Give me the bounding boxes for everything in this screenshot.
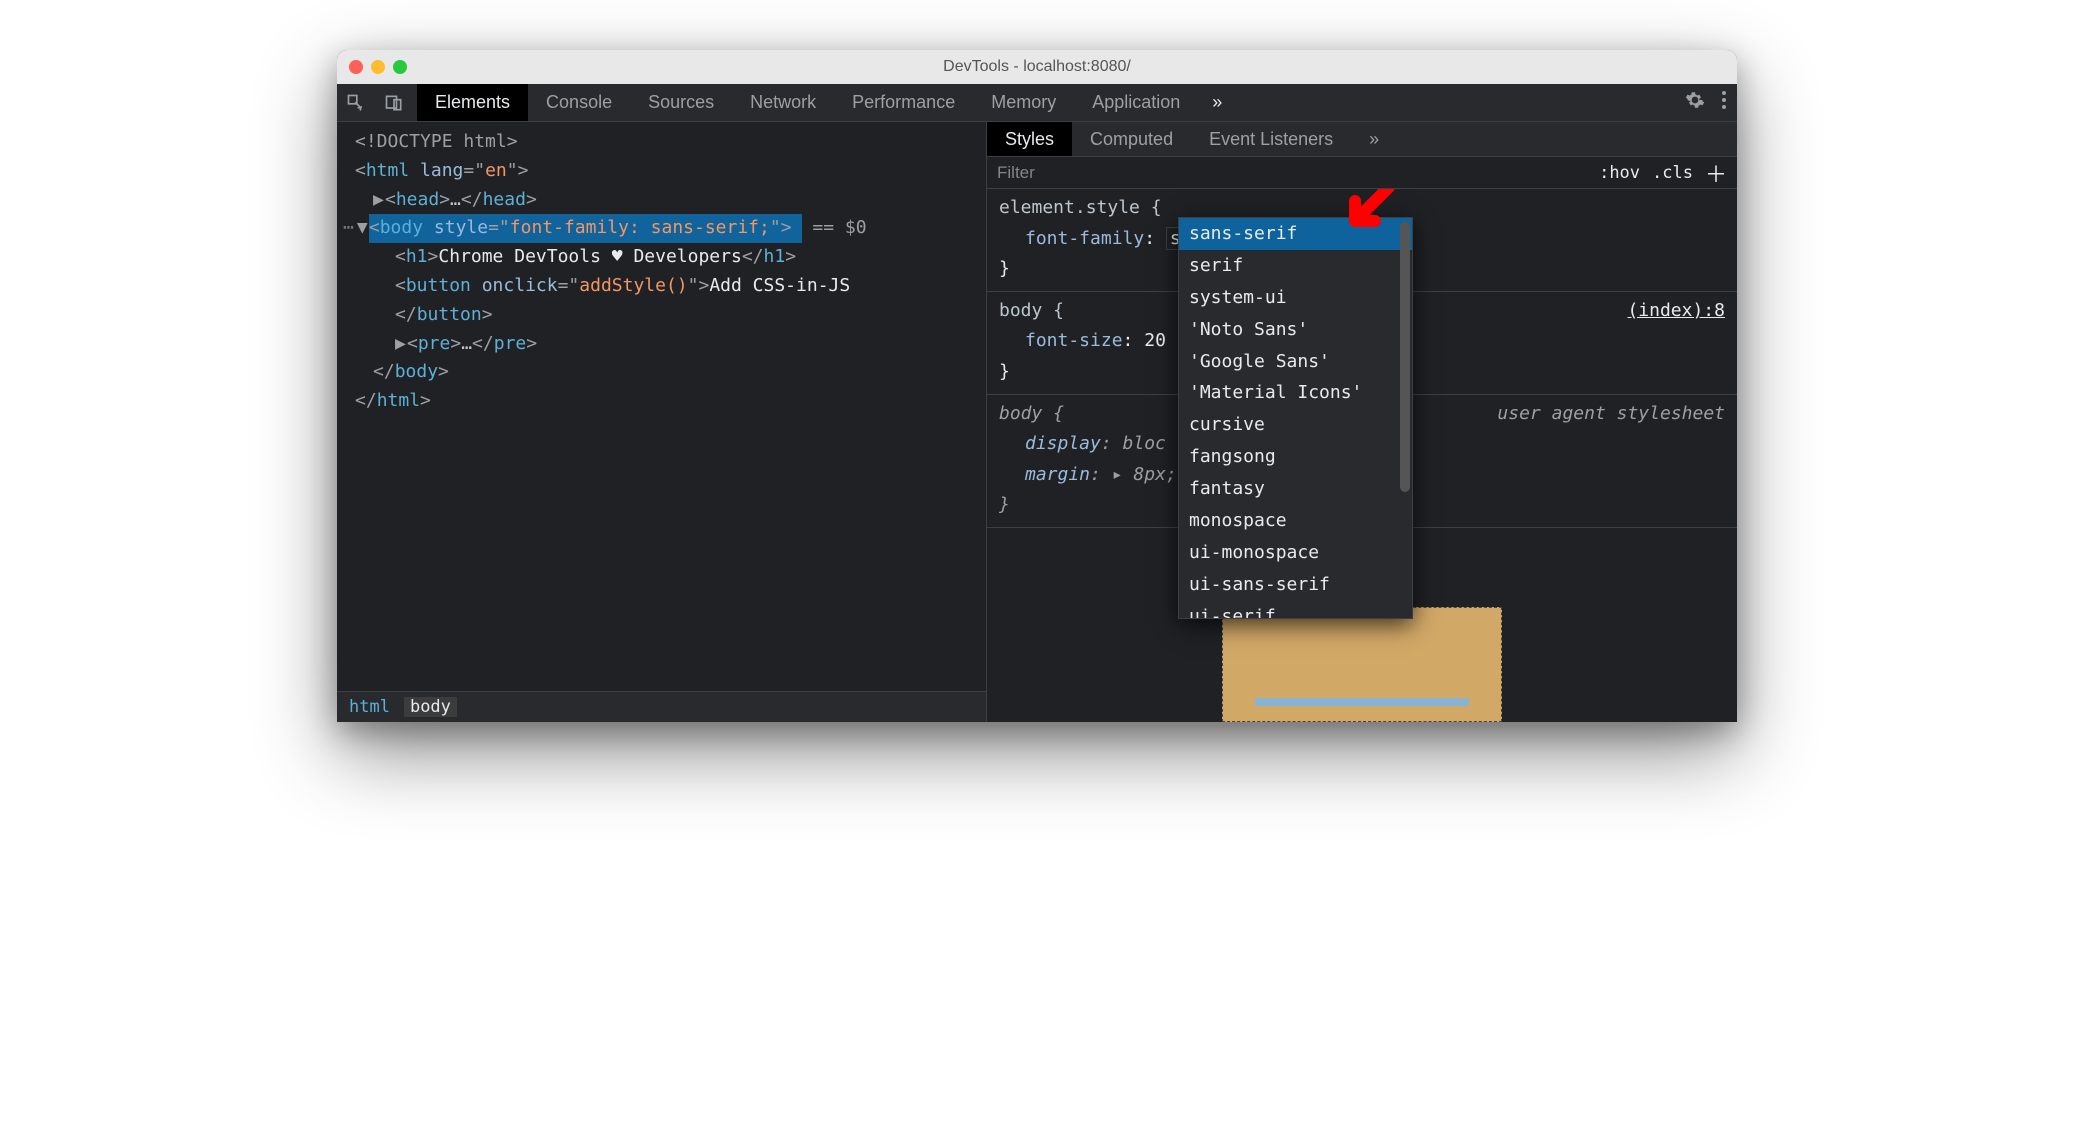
device-toggle-icon[interactable]: [375, 88, 413, 118]
window-title: DevTools - localhost:8080/: [337, 58, 1737, 76]
dom-button[interactable]: <button onclick="addStyle()">Add CSS-in-…: [355, 272, 976, 301]
tabs-overflow[interactable]: »: [1198, 92, 1236, 113]
tab-application[interactable]: Application: [1074, 84, 1198, 121]
cls-toggle[interactable]: .cls: [1652, 163, 1693, 183]
autocomplete-dropdown[interactable]: sans-serifserifsystem-ui'Noto Sans''Goog…: [1178, 217, 1413, 619]
breadcrumb-html[interactable]: html: [349, 697, 390, 717]
inspect-icon[interactable]: [337, 88, 375, 118]
devtools-window: DevTools - localhost:8080/ ElementsConso…: [337, 50, 1737, 722]
sidebar-tabs: StylesComputedEvent Listeners»: [987, 122, 1737, 157]
autocomplete-option[interactable]: serif: [1179, 250, 1412, 282]
filter-input[interactable]: [997, 163, 1599, 183]
source-link[interactable]: user agent stylesheet: [1497, 399, 1725, 430]
css-property[interactable]: font-size: [1025, 330, 1123, 351]
collapse-arrow-icon[interactable]: ▼: [357, 214, 369, 243]
breadcrumb-body[interactable]: body: [404, 697, 457, 717]
settings-icon[interactable]: [1685, 90, 1705, 115]
breadcrumbs: html body: [337, 691, 986, 722]
autocomplete-option[interactable]: ui-sans-serif: [1179, 569, 1412, 601]
tab-console[interactable]: Console: [528, 84, 630, 121]
minimize-icon[interactable]: [371, 60, 385, 74]
hov-toggle[interactable]: :hov: [1599, 163, 1640, 183]
dom-pre[interactable]: ▶<pre>…</pre>: [355, 330, 976, 359]
css-property[interactable]: margin: [1025, 464, 1090, 485]
css-property[interactable]: display: [1025, 433, 1101, 454]
autocomplete-option[interactable]: fangsong: [1179, 441, 1412, 473]
dom-html-close[interactable]: </html>: [355, 387, 976, 416]
css-value[interactable]: 20: [1144, 330, 1166, 351]
autocomplete-option[interactable]: system-ui: [1179, 282, 1412, 314]
dom-doctype[interactable]: <!DOCTYPE html>: [355, 128, 976, 157]
sidebar-tab-computed[interactable]: Computed: [1072, 122, 1191, 156]
kebab-menu-icon[interactable]: [1721, 90, 1727, 115]
tab-elements[interactable]: Elements: [417, 84, 528, 121]
tab-sources[interactable]: Sources: [630, 84, 732, 121]
styles-panel: StylesComputedEvent Listeners» :hov .cls…: [987, 122, 1737, 722]
dom-body-close[interactable]: </body>: [355, 358, 976, 387]
close-icon[interactable]: [349, 60, 363, 74]
filter-bar: :hov .cls ＋: [987, 157, 1737, 189]
expand-arrow-icon[interactable]: ▶: [373, 186, 385, 215]
tab-network[interactable]: Network: [732, 84, 834, 121]
autocomplete-option[interactable]: ui-monospace: [1179, 537, 1412, 569]
autocomplete-option[interactable]: monospace: [1179, 505, 1412, 537]
source-link[interactable]: (index):8: [1627, 296, 1725, 327]
dom-button-close[interactable]: </button>: [355, 301, 976, 330]
autocomplete-option[interactable]: 'Noto Sans': [1179, 314, 1412, 346]
main-split: <!DOCTYPE html> <html lang="en"> ▶<head>…: [337, 122, 1737, 722]
elements-panel: <!DOCTYPE html> <html lang="en"> ▶<head>…: [337, 122, 987, 722]
css-property[interactable]: font-family: [1025, 228, 1144, 249]
sidebar-tab-event-listeners[interactable]: Event Listeners: [1191, 122, 1351, 156]
maximize-icon[interactable]: [393, 60, 407, 74]
autocomplete-option[interactable]: cursive: [1179, 409, 1412, 441]
sidebar-tabs-overflow[interactable]: »: [1351, 122, 1397, 156]
scrollbar[interactable]: [1400, 222, 1410, 492]
expand-arrow-icon[interactable]: ▶: [395, 330, 407, 359]
dom-html-open[interactable]: <html lang="en">: [355, 157, 976, 186]
annotation-arrow-icon: [1337, 189, 1397, 244]
autocomplete-option[interactable]: 'Material Icons': [1179, 377, 1412, 409]
autocomplete-option[interactable]: fantasy: [1179, 473, 1412, 505]
new-rule-button[interactable]: ＋: [1705, 157, 1727, 189]
tab-performance[interactable]: Performance: [834, 84, 973, 121]
toolbar-right: [1685, 90, 1737, 115]
tab-memory[interactable]: Memory: [973, 84, 1074, 121]
dom-head[interactable]: ▶<head>…</head>: [355, 186, 976, 215]
autocomplete-option[interactable]: 'Google Sans': [1179, 346, 1412, 378]
panel-tabs: ElementsConsoleSourcesNetworkPerformance…: [417, 84, 1198, 121]
dom-body-selected[interactable]: ⋯▼<body style="font-family: sans-serif;"…: [337, 214, 976, 243]
autocomplete-option[interactable]: ui-serif: [1179, 601, 1412, 618]
dom-h1[interactable]: <h1>Chrome DevTools ♥ Developers</h1>: [355, 243, 976, 272]
css-value[interactable]: ▸ 8px;: [1112, 464, 1177, 485]
sidebar-tab-styles[interactable]: Styles: [987, 122, 1072, 156]
css-value[interactable]: bloc: [1123, 433, 1166, 454]
main-toolbar: ElementsConsoleSourcesNetworkPerformance…: [337, 84, 1737, 122]
titlebar: DevTools - localhost:8080/: [337, 50, 1737, 84]
window-controls: [349, 60, 407, 74]
dom-tree[interactable]: <!DOCTYPE html> <html lang="en"> ▶<head>…: [337, 122, 986, 691]
styles-list: element.style {font-family: sans-serif;}…: [987, 189, 1737, 722]
filter-actions: :hov .cls ＋: [1599, 157, 1727, 189]
